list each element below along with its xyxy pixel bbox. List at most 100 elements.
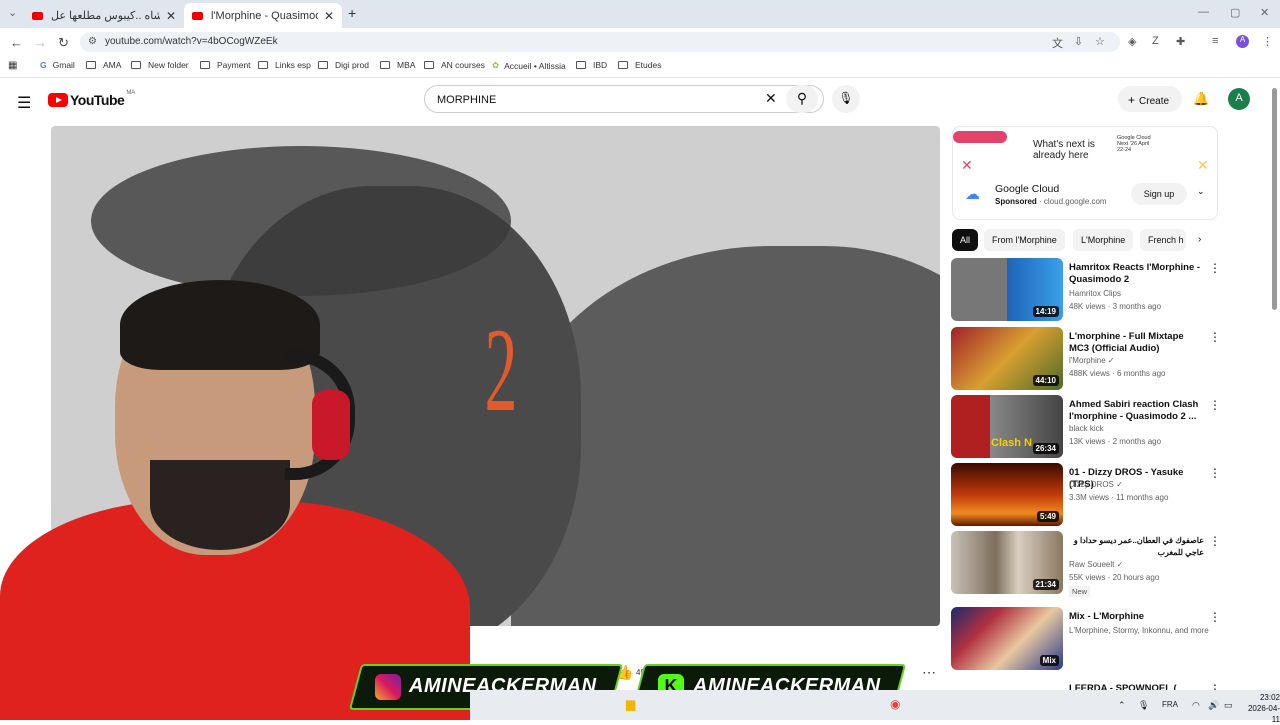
more-options-icon[interactable]: ⋮ xyxy=(1209,261,1221,275)
more-actions-icon[interactable]: ⋯ xyxy=(922,664,936,681)
bookmark-label: Payment xyxy=(217,60,251,70)
video-title[interactable]: Ahmed Sabiri reaction Clash l'morphine -… xyxy=(1069,399,1204,423)
bookmark-ibd[interactable]: IBD xyxy=(576,60,607,70)
video-channel[interactable]: L'Morphine, Stormy, Inkonnu, and more xyxy=(1069,626,1214,635)
video-title[interactable]: عاصفوك في العطان..عمر ديسو حدادا و عاجي … xyxy=(1069,535,1204,559)
more-options-icon[interactable]: ⋮ xyxy=(1209,466,1221,480)
video-thumbnail[interactable]: 5:49 xyxy=(951,463,1063,526)
battery-icon[interactable]: ▭ xyxy=(1224,700,1233,711)
close-tab-icon[interactable]: ✕ xyxy=(166,9,176,23)
reading-list-icon[interactable]: ≡ xyxy=(1212,35,1218,47)
create-button[interactable]: + Create xyxy=(1118,86,1182,112)
related-video[interactable]: Mix Mix - L'Morphine L'Morphine, Stormy,… xyxy=(951,607,1221,671)
more-options-icon[interactable]: ⋮ xyxy=(1209,398,1221,412)
file-explorer-icon[interactable]: ▆ xyxy=(626,697,635,711)
chip-lmorphine[interactable]: L'Morphine xyxy=(1073,229,1134,251)
chip-french[interactable]: French h xyxy=(1140,229,1186,251)
hamburger-menu-icon[interactable]: ☰ xyxy=(17,93,31,113)
video-channel[interactable]: Raw Soueelt ✓ xyxy=(1069,560,1123,569)
browser-tab-2[interactable]: l'Morphine - Quasimodo 2 (Offi ✕ xyxy=(184,3,342,28)
video-title[interactable]: L'morphine - Full Mixtape MC3 (Official … xyxy=(1069,331,1204,355)
install-icon[interactable]: ⇩ xyxy=(1074,35,1083,48)
bookmark-new-folder[interactable]: New folder xyxy=(131,60,189,70)
sponsored-ad-card[interactable]: What's next is already here Google Cloud… xyxy=(952,126,1218,220)
video-channel[interactable]: black kick xyxy=(1069,424,1104,433)
video-channel[interactable]: Hamritox Clips xyxy=(1069,289,1121,298)
wifi-icon[interactable]: ◠ xyxy=(1192,700,1200,711)
extension-2-icon[interactable]: Z xyxy=(1152,35,1159,47)
browser-menu-icon[interactable]: ⋮ xyxy=(1262,35,1273,48)
related-video[interactable]: 5:49 01 - Dizzy DROS - Yasuke (TPS) Dizz… xyxy=(951,463,1221,527)
video-thumbnail[interactable]: Mix xyxy=(951,607,1063,670)
chip-from-channel[interactable]: From l'Morphine xyxy=(984,229,1065,251)
volume-icon[interactable]: 🔊 xyxy=(1208,700,1219,711)
page-scrollbar[interactable] xyxy=(1272,88,1277,310)
tab-title: سنور كلاشاه ..كيبوس مطلعها عل xyxy=(51,10,160,22)
back-icon[interactable]: ← xyxy=(10,35,23,50)
new-tab-icon[interactable]: + xyxy=(348,5,356,21)
forward-icon[interactable]: → xyxy=(34,35,47,50)
bookmark-etudes[interactable]: Etudes xyxy=(618,60,661,70)
clear-search-icon[interactable]: ✕ xyxy=(765,90,777,107)
related-video[interactable]: 14:19 Hamritox Reacts l'Morphine - Quasi… xyxy=(951,258,1221,322)
chevron-down-icon[interactable]: ⌄ xyxy=(1197,186,1205,197)
bookmark-star-icon[interactable]: ☆ xyxy=(1095,35,1105,48)
new-badge: New xyxy=(1069,586,1091,597)
video-channel[interactable]: Dizzy DROS ✓ xyxy=(1069,480,1123,489)
site-info-icon[interactable]: ⚙ xyxy=(88,36,97,47)
translate-icon[interactable]: 文 xyxy=(1052,35,1063,51)
bookmark-altissia[interactable]: ✿ Accueil • Altissia xyxy=(492,60,566,71)
voice-search-button[interactable]: 🎙 xyxy=(832,85,860,113)
video-meta: 55K views · 20 hours ago xyxy=(1069,573,1160,582)
bookmark-label: Gmail xyxy=(52,60,75,70)
microphone-tray-icon[interactable]: 🎙 xyxy=(1138,700,1149,711)
reload-icon[interactable]: ↻ xyxy=(58,35,69,51)
tray-chevron-icon[interactable]: ⌃ xyxy=(1118,700,1126,711)
video-channel[interactable]: l'Morphine ✓ xyxy=(1069,356,1115,365)
bookmark-mba[interactable]: MBA xyxy=(380,60,415,70)
related-video[interactable]: Clash N 26:34 Ahmed Sabiri reaction Clash… xyxy=(951,395,1221,459)
taskbar-clock[interactable]: 23:02 2026-04-11 xyxy=(1240,692,1280,725)
video-thumbnail[interactable]: Clash N 26:34 xyxy=(951,395,1063,458)
video-thumbnail[interactable]: 44:10 xyxy=(951,327,1063,390)
tab-list-icon[interactable]: ⌄ xyxy=(8,6,17,19)
video-title[interactable]: Hamritox Reacts l'Morphine - Quasimodo 2 xyxy=(1069,262,1204,286)
bookmark-ama[interactable]: AMA xyxy=(86,60,121,70)
video-thumbnail[interactable]: 14:19 xyxy=(951,258,1063,321)
related-video[interactable]: 44:10 L'morphine - Full Mixtape MC3 (Off… xyxy=(951,327,1221,391)
maximize-icon[interactable]: ▢ xyxy=(1230,6,1240,19)
search-button[interactable]: ⚲ xyxy=(786,85,818,113)
chevron-right-icon[interactable]: › xyxy=(1198,234,1201,245)
close-tab-icon[interactable]: ✕ xyxy=(324,9,334,23)
notifications-bell-icon[interactable]: 🔔 xyxy=(1193,91,1209,107)
browser-tab-1[interactable]: سنور كلاشاه ..كيبوس مطلعها عل ✕ xyxy=(24,3,184,28)
bookmark-label: Accueil • Altissia xyxy=(504,60,566,71)
chip-all[interactable]: All xyxy=(952,229,979,251)
close-window-icon[interactable]: ✕ xyxy=(1260,6,1269,19)
more-options-icon[interactable]: ⋮ xyxy=(1209,330,1221,344)
extension-icon[interactable]: ◈ xyxy=(1128,35,1136,48)
bookmark-gmail[interactable]: G Gmail xyxy=(40,60,75,70)
url-field[interactable]: ⚙ youtube.com/watch?v=4bOCogWZeEk xyxy=(80,32,1120,52)
profile-icon[interactable]: A xyxy=(1236,35,1249,48)
more-options-icon[interactable]: ⋮ xyxy=(1209,610,1221,624)
more-options-icon[interactable]: ⋮ xyxy=(1209,534,1221,548)
extensions-puzzle-icon[interactable]: ✚ xyxy=(1176,35,1185,48)
language-indicator[interactable]: FRA xyxy=(1162,700,1178,709)
chrome-icon[interactable]: ◉ xyxy=(890,697,900,711)
bookmark-an-courses[interactable]: AN courses xyxy=(424,60,485,70)
bookmark-payment[interactable]: Payment xyxy=(200,60,251,70)
headphone-cup-shape xyxy=(312,390,350,460)
account-avatar[interactable]: A xyxy=(1228,88,1250,110)
youtube-logo[interactable]: YouTube MA xyxy=(48,90,135,108)
video-thumbnail[interactable]: 21:34 xyxy=(951,531,1063,594)
plus-icon: + xyxy=(1128,93,1136,107)
bookmark-digi-prod[interactable]: Digi prod xyxy=(318,60,369,70)
bookmark-links-esp[interactable]: Links esp xyxy=(258,60,311,70)
apps-grid-icon[interactable]: ▦ xyxy=(8,60,17,71)
related-video[interactable]: 21:34 عاصفوك في العطان..عمر ديسو حدادا و… xyxy=(951,531,1221,597)
video-title[interactable]: Mix - L'Morphine xyxy=(1069,611,1204,623)
ad-signup-button[interactable]: Sign up xyxy=(1131,183,1187,205)
minimize-icon[interactable]: — xyxy=(1198,6,1209,18)
search-input[interactable]: MORPHINE xyxy=(424,85,824,113)
